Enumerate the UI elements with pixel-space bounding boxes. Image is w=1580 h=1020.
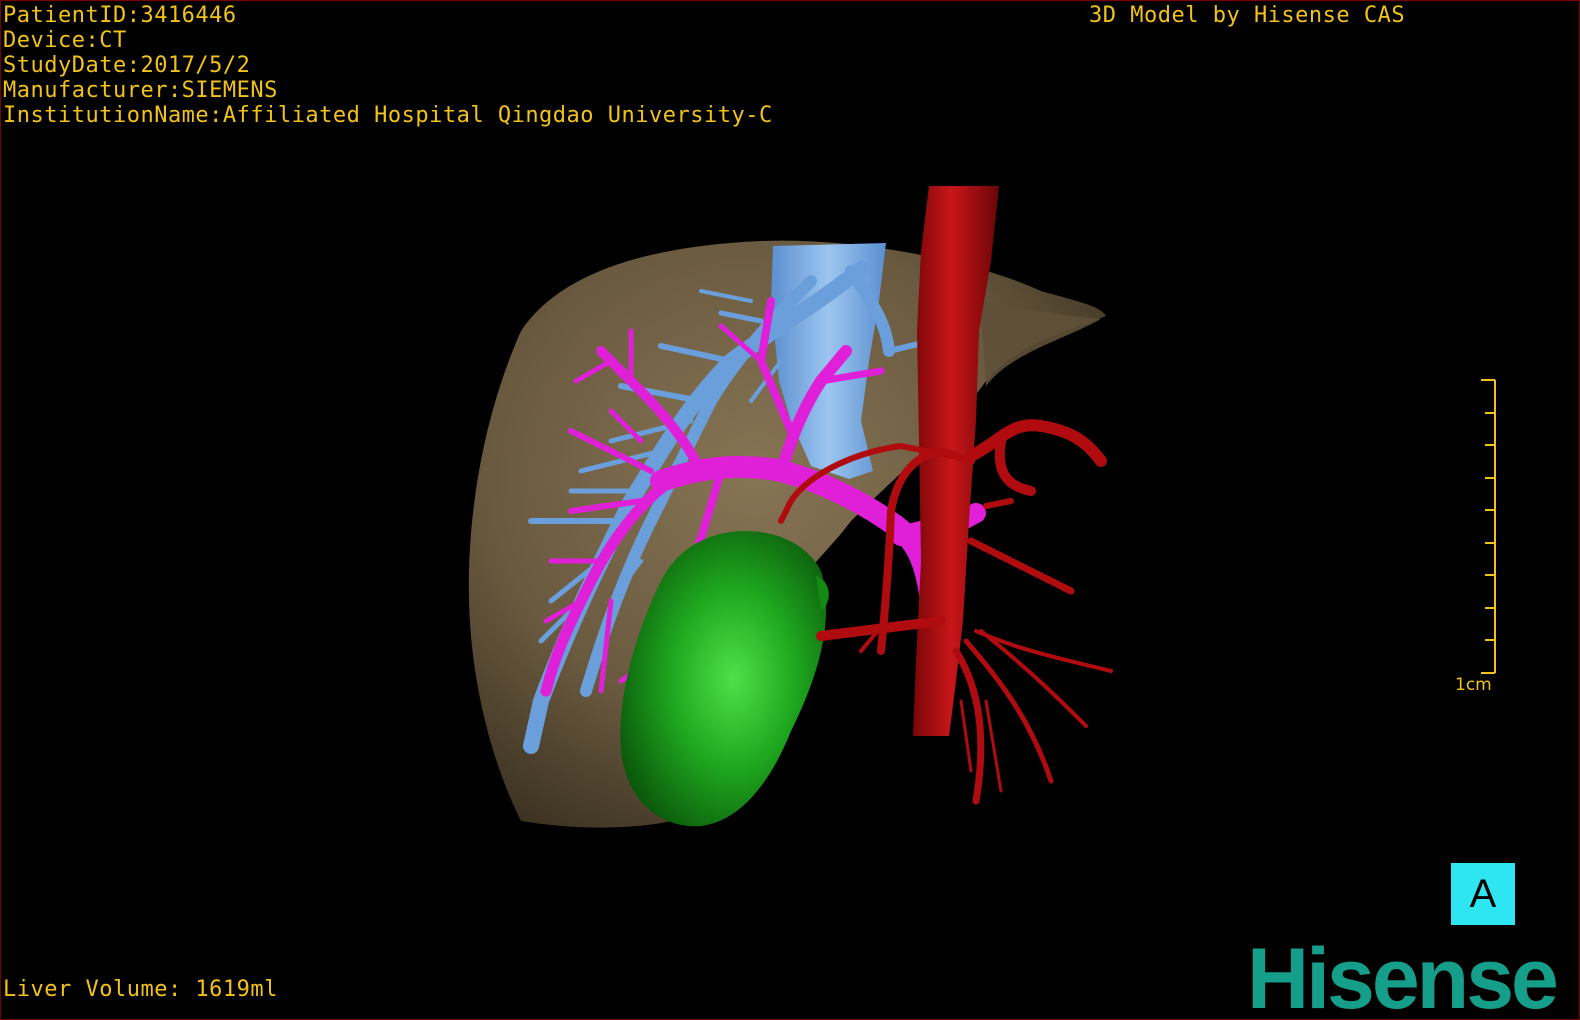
device: Device:CT xyxy=(3,28,127,53)
institution-name: InstitutionName:Affiliated Hospital Qing… xyxy=(3,103,773,128)
scale-bar-label: 1cm xyxy=(1455,675,1492,695)
liver-volume: Liver Volume: 1619ml xyxy=(3,977,278,1002)
study-date: StudyDate:2017/5/2 xyxy=(3,53,251,78)
orientation-marker[interactable]: A xyxy=(1451,863,1515,925)
patient-id: PatientID:3416446 xyxy=(3,3,237,28)
hisense-logo: Hisense xyxy=(1247,931,1559,1020)
scale-bar xyxy=(1481,379,1496,674)
study-info: PatientID:3416446 Device:CT StudyDate:20… xyxy=(3,3,773,128)
liver-3d-render[interactable] xyxy=(1,1,1579,1019)
3d-viewport[interactable]: PatientID:3416446 Device:CT StudyDate:20… xyxy=(0,0,1580,1020)
model-credit: 3D Model by Hisense CAS xyxy=(1089,3,1406,28)
manufacturer: Manufacturer:SIEMENS xyxy=(3,78,278,103)
